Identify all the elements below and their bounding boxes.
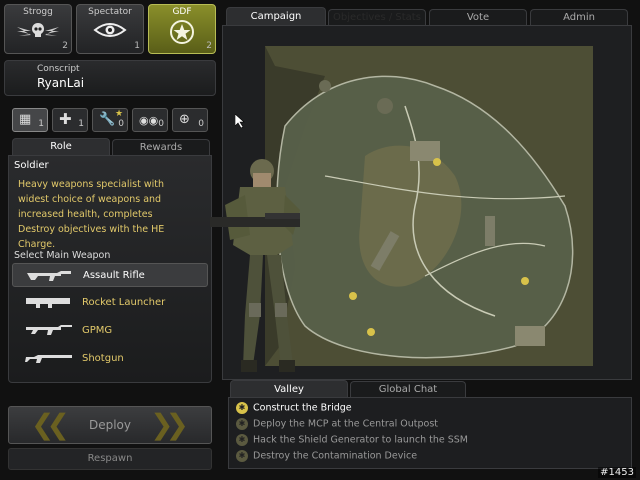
- respawn-label: Respawn: [87, 453, 133, 464]
- weapon-label: Shotgun: [82, 353, 124, 364]
- select-weapon-label: Select Main Weapon: [14, 250, 111, 261]
- gdf-star-icon: [170, 20, 194, 44]
- class-engineer-count: 0: [118, 119, 124, 129]
- star-icon: ★: [115, 109, 124, 119]
- weapon-label: Assault Rifle: [83, 270, 145, 281]
- class-covertops-button[interactable]: ⊕ 0: [172, 108, 208, 132]
- binoculars-icon: ◉◉: [139, 114, 159, 127]
- tab-rewards[interactable]: Rewards: [112, 139, 210, 155]
- weapon-gpmg[interactable]: GPMG: [12, 319, 208, 343]
- objective-label: Deploy the MCP at the Central Outpost: [253, 418, 438, 430]
- gpmg-icon: [26, 325, 72, 335]
- destroy-objective-icon: ✱: [236, 450, 248, 462]
- role-title: Soldier: [14, 160, 49, 171]
- wrench-objective-icon: ✱: [236, 402, 248, 414]
- assault-rifle-icon: [27, 271, 71, 281]
- engineer-wrench-icon: 🔧: [99, 112, 116, 127]
- class-fieldops-count: 0: [158, 119, 164, 129]
- tab-admin[interactable]: Admin: [530, 9, 628, 25]
- tab-objectives-stats[interactable]: Objectives / Stats: [328, 9, 426, 25]
- mcp-objective-icon: ✱: [236, 418, 248, 430]
- weapon-label: GPMG: [82, 325, 113, 336]
- class-engineer-button[interactable]: 🔧 ★ 0: [92, 108, 128, 132]
- team-strogg-count: 2: [62, 41, 68, 51]
- weapon-label: Rocket Launcher: [82, 297, 166, 308]
- team-strogg-button[interactable]: Strogg 2: [4, 4, 72, 54]
- class-medic-count: 1: [78, 119, 84, 129]
- medic-cross-icon: ✚: [59, 110, 72, 128]
- tab-role[interactable]: Role: [12, 138, 110, 155]
- class-fieldops-button[interactable]: ◉◉ 0: [132, 108, 168, 132]
- crosshair-icon: ⊕: [179, 112, 190, 127]
- team-gdf-count: 2: [206, 41, 212, 51]
- team-strogg-label: Strogg: [23, 7, 53, 17]
- objective-label: Hack the Shield Generator to launch the …: [253, 434, 468, 446]
- tab-vote[interactable]: Vote: [429, 9, 527, 25]
- tab-valley[interactable]: Valley: [230, 380, 348, 397]
- weapon-shotgun[interactable]: Shotgun: [12, 347, 208, 371]
- team-spectator-button[interactable]: Spectator 1: [76, 4, 144, 54]
- soldier-icon: ▦: [19, 112, 32, 127]
- role-description: Heavy weapons specialist with widest cho…: [18, 179, 165, 250]
- objective-item: ✱ Destroy the Contamination Device: [236, 450, 417, 462]
- weapon-rocket-launcher[interactable]: Rocket Launcher: [12, 291, 208, 315]
- hack-objective-icon: ✱: [236, 434, 248, 446]
- objective-item-current: ✱ Construct the Bridge: [236, 402, 352, 414]
- objective-item: ✱ Deploy the MCP at the Central Outpost: [236, 418, 438, 430]
- deploy-button[interactable]: ❮❮ Deploy ❯❯: [8, 406, 212, 444]
- player-name: RyanLai: [37, 76, 85, 90]
- class-soldier-button[interactable]: ▦ 1: [12, 108, 48, 132]
- tab-global-chat[interactable]: Global Chat: [350, 381, 466, 397]
- objective-label: Construct the Bridge: [253, 402, 352, 414]
- shotgun-icon: [25, 355, 72, 363]
- eye-icon: [93, 23, 127, 37]
- class-covertops-count: 0: [198, 119, 204, 129]
- weapon-assault-rifle[interactable]: Assault Rifle: [12, 263, 208, 287]
- respawn-button[interactable]: Respawn: [8, 448, 212, 470]
- class-soldier-count: 1: [38, 119, 44, 129]
- team-spectator-label: Spectator: [88, 7, 132, 17]
- class-medic-button[interactable]: ✚ 1: [52, 108, 88, 132]
- soldier-character: [210, 159, 300, 372]
- objective-label: Destroy the Contamination Device: [253, 450, 418, 462]
- mouse-cursor-icon: [235, 114, 245, 128]
- player-rank: Conscript: [37, 64, 80, 74]
- team-spectator-count: 1: [134, 41, 140, 51]
- player-name-box: Conscript RyanLai: [4, 60, 216, 96]
- tab-campaign[interactable]: Campaign: [226, 7, 326, 25]
- chevron-right-icon: ❯❯: [150, 408, 189, 441]
- skull-wings-icon: [17, 23, 59, 37]
- rocket-launcher-icon: [26, 298, 70, 308]
- screenshot-id: #1453: [598, 467, 636, 478]
- team-gdf-button[interactable]: GDF 2: [148, 4, 216, 54]
- objective-item: ✱ Hack the Shield Generator to launch the…: [236, 434, 468, 446]
- team-gdf-label: GDF: [172, 7, 192, 17]
